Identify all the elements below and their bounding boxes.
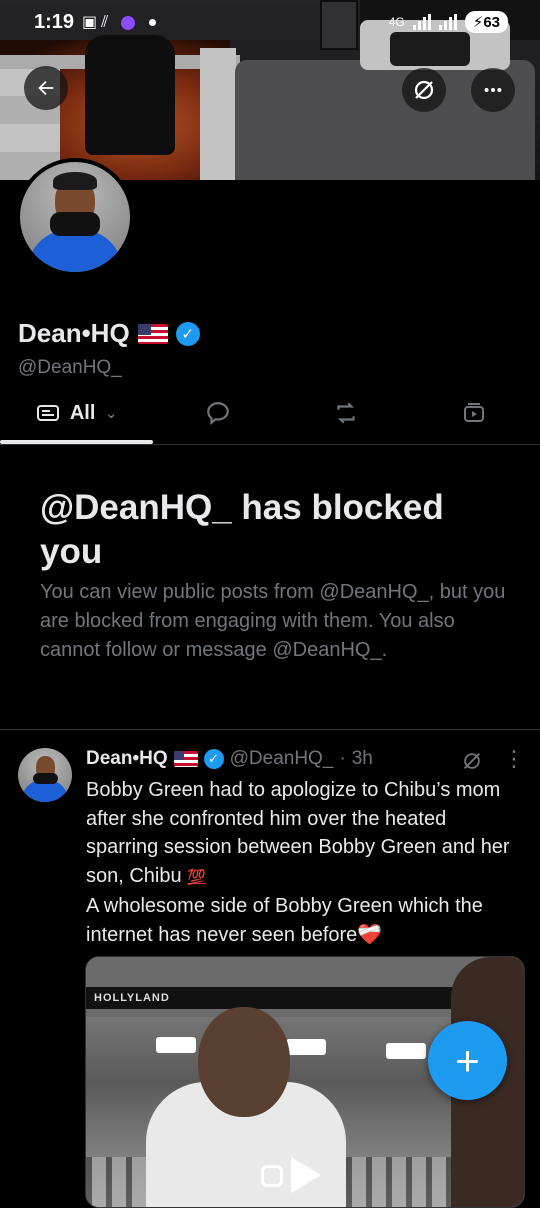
- hundred-points-emoji: 💯: [187, 868, 206, 886]
- mending-heart-emoji: ❤️‍🩹: [357, 923, 383, 946]
- more-horizontal-icon: [484, 87, 502, 93]
- avatar-hair: [53, 172, 97, 190]
- post-header: Dean•HQ ✓ @DeanHQ_ · 3h: [86, 748, 373, 770]
- network-type: 4G: [388, 15, 405, 29]
- post-author-handle[interactable]: @DeanHQ_: [230, 748, 334, 770]
- signal-bars-icon: [412, 14, 431, 30]
- app-notification-icon: [120, 15, 135, 30]
- status-time: 1:19: [34, 11, 75, 33]
- post-grok-button[interactable]: [461, 750, 483, 777]
- tab-active-indicator: [0, 440, 153, 444]
- us-flag-icon: [137, 323, 168, 344]
- section-divider: [0, 729, 540, 730]
- more-options-button[interactable]: [471, 68, 515, 112]
- video-icon: [464, 403, 484, 422]
- back-button[interactable]: [24, 66, 68, 110]
- tab-videos[interactable]: [436, 384, 512, 442]
- grok-icon: [464, 753, 480, 769]
- compose-post-button[interactable]: +: [428, 1021, 507, 1100]
- signal-bars-2-icon: [438, 14, 457, 30]
- tab-replies[interactable]: [180, 384, 256, 442]
- verified-badge-icon[interactable]: ✓: [175, 321, 200, 346]
- avatar-neck-warmer: [50, 212, 100, 236]
- battery-indicator: ⚡63: [464, 11, 508, 33]
- feed-filter-icon: [36, 405, 59, 421]
- post-text-second-line: A wholesome side of Bobby Green which th…: [86, 895, 483, 946]
- ceiling-light: [386, 1043, 426, 1059]
- profile-avatar[interactable]: [16, 158, 134, 276]
- ceiling-light: [286, 1039, 326, 1055]
- post-avatar-neck-warmer: [33, 773, 58, 784]
- profile-tabs: All ⌄: [0, 384, 540, 445]
- profile-display-name: Dean•HQ: [18, 318, 130, 348]
- post-author-avatar[interactable]: [18, 748, 72, 802]
- tab-all[interactable]: All ⌄: [0, 384, 153, 442]
- play-icon[interactable]: [291, 1157, 321, 1193]
- video-person-head: [198, 1007, 290, 1117]
- media-badge-icon: [261, 1165, 283, 1187]
- repost-icon: [337, 402, 355, 424]
- status-left-icons: ▣⫽: [82, 12, 157, 32]
- grok-button[interactable]: [402, 68, 446, 112]
- grok-icon: [414, 80, 434, 100]
- back-arrow-icon: [38, 80, 54, 96]
- post-timestamp[interactable]: 3h: [352, 748, 373, 770]
- blocked-description: You can view public posts from @DeanHQ_,…: [40, 581, 506, 661]
- status-bar: 1:19 ▣⫽ 4G ⚡63: [0, 0, 540, 42]
- signal-off-icon: ⫽: [101, 14, 113, 31]
- post-meta-separator: ·: [339, 748, 346, 769]
- blocked-title: @DeanHQ_ has blocked you: [40, 488, 444, 571]
- us-flag-icon: [173, 751, 198, 767]
- tab-all-label: All: [69, 401, 96, 424]
- post-more-button[interactable]: ⋮: [503, 748, 525, 770]
- more-notifications-dot-icon: [149, 19, 157, 27]
- avatar-photo: [20, 162, 130, 272]
- chevron-down-icon: ⌄: [105, 404, 118, 421]
- profile-handle: @DeanHQ_: [18, 357, 122, 378]
- verified-badge-icon: ✓: [203, 749, 224, 769]
- post-text: Bobby Green had to apologize to Chibu’s …: [86, 776, 516, 949]
- avatar-jacket: [28, 230, 122, 272]
- ceiling-light: [156, 1037, 196, 1053]
- status-right-icons: 4G ⚡63: [389, 11, 508, 33]
- ring-banner-text: HOLLYLAND: [94, 992, 170, 1004]
- profile-name-row: Dean•HQ ✓: [18, 318, 200, 349]
- post-author-name[interactable]: Dean•HQ: [86, 748, 168, 770]
- post-text-body: Bobby Green had to apologize to Chibu’s …: [86, 779, 510, 887]
- tab-reposts[interactable]: [308, 384, 384, 442]
- battery-level: 63: [483, 14, 500, 31]
- reply-icon: [207, 402, 229, 426]
- notification-icon: ▣: [82, 14, 102, 31]
